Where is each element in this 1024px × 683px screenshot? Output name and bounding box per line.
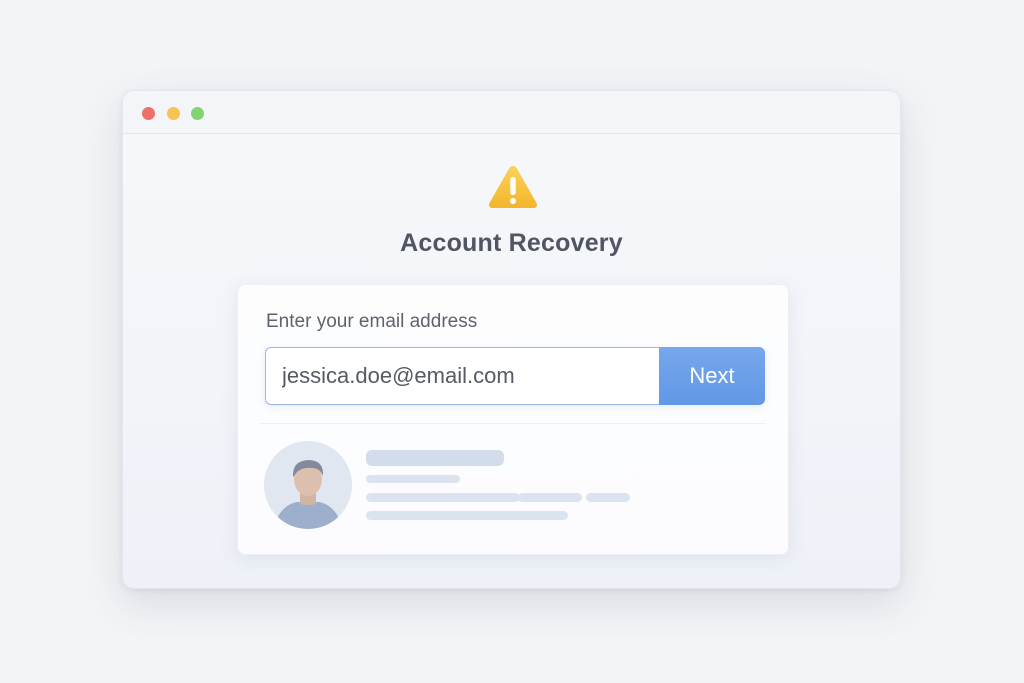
warning-icon bbox=[489, 166, 537, 208]
minimize-window-button[interactable] bbox=[167, 107, 180, 120]
skeleton-line bbox=[366, 493, 520, 502]
email-field-label: Enter your email address bbox=[266, 311, 478, 332]
browser-window: Account Recovery Enter your email addres… bbox=[122, 90, 901, 589]
divider bbox=[260, 423, 766, 424]
email-field[interactable] bbox=[265, 347, 659, 405]
window-titlebar bbox=[123, 91, 900, 134]
avatar bbox=[264, 441, 352, 529]
skeleton-line bbox=[518, 493, 582, 502]
account-preview bbox=[264, 441, 764, 533]
next-button[interactable]: Next bbox=[659, 347, 765, 405]
user-avatar-icon bbox=[264, 441, 352, 529]
skeleton-line bbox=[586, 493, 630, 502]
skeleton-line bbox=[366, 475, 460, 483]
maximize-window-button[interactable] bbox=[191, 107, 204, 120]
skeleton-line bbox=[366, 511, 568, 520]
page-title: Account Recovery bbox=[400, 229, 623, 257]
email-input-group: Next bbox=[265, 347, 765, 405]
recovery-card: Enter your email address Next bbox=[237, 284, 789, 555]
skeleton-name bbox=[366, 450, 504, 466]
close-window-button[interactable] bbox=[142, 107, 155, 120]
